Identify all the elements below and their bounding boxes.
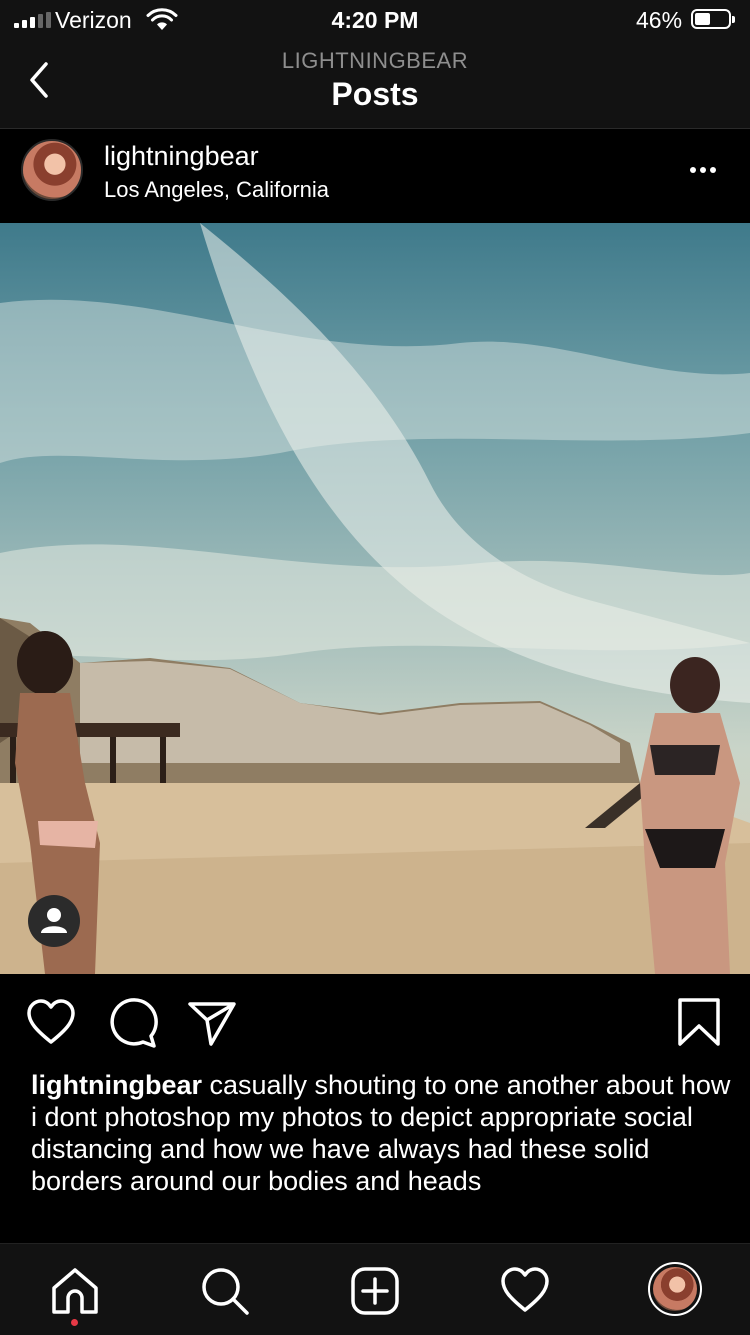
signal-strength-icon (14, 12, 51, 28)
carrier-name: Verizon (55, 7, 132, 33)
post-photo[interactable] (0, 223, 750, 974)
battery-percent: 46% (636, 7, 683, 33)
plus-square-icon[interactable] (348, 1264, 402, 1318)
home-icon[interactable] (48, 1264, 102, 1318)
beach-scene (0, 223, 750, 974)
notification-dot (71, 1319, 78, 1326)
post-actions (0, 974, 750, 1064)
page-title: Posts (331, 76, 419, 112)
post-header: lightningbear Los Angeles, California (0, 129, 750, 223)
heart-icon[interactable] (498, 1264, 552, 1318)
tag-people-button[interactable] (28, 895, 80, 947)
person-icon (41, 908, 67, 933)
header-username: LIGHTNINGBEAR (281, 48, 469, 73)
profile-avatar[interactable] (648, 1262, 702, 1316)
bookmark-icon[interactable] (672, 996, 726, 1050)
nav-header: LIGHTNINGBEAR Posts (0, 40, 750, 129)
post-caption: lightningbear casually shouting to one a… (31, 1069, 731, 1197)
send-icon[interactable] (184, 996, 238, 1050)
post-location[interactable]: Los Angeles, California (104, 177, 329, 203)
tab-bar (0, 1243, 750, 1335)
wifi-icon (146, 8, 178, 30)
caption-username[interactable]: lightningbear (31, 1070, 202, 1100)
status-bar: Verizon 4:20 PM 46% (0, 0, 750, 40)
author-username[interactable]: lightningbear (104, 141, 259, 172)
heart-icon[interactable] (24, 996, 78, 1050)
battery-icon (691, 9, 735, 29)
author-avatar[interactable] (21, 139, 83, 201)
search-icon[interactable] (198, 1264, 252, 1318)
comment-icon[interactable] (105, 996, 159, 1050)
more-horizontal-icon[interactable] (690, 167, 716, 173)
